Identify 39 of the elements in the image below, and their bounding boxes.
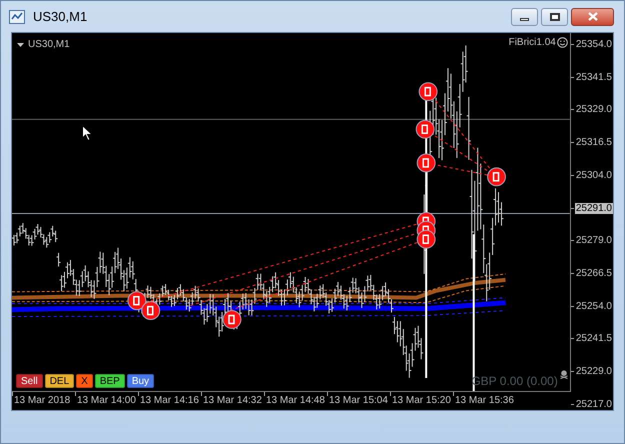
close-button[interactable] <box>571 8 614 26</box>
time-label: 13 Mar 14:16 <box>140 394 199 408</box>
time-label: 13 Mar 14:32 <box>203 394 262 408</box>
smiley-icon <box>556 37 568 48</box>
price-label: 25341.5 <box>576 72 612 83</box>
dropdown-triangle-icon[interactable] <box>17 42 24 46</box>
window-title: US30,M1 <box>33 8 88 26</box>
price-label: 25304.0 <box>576 170 612 181</box>
trade-button[interactable]: Buy <box>126 374 154 388</box>
trade-button[interactable]: BEP <box>94 374 125 388</box>
price-label: 25229.0 <box>576 366 612 378</box>
indicator-name: FiBrici1.04 <box>508 36 556 50</box>
minimize-button[interactable] <box>511 8 538 26</box>
time-label: 13 Mar 14:48 <box>266 394 325 408</box>
skull-icon <box>560 370 568 379</box>
trade-button[interactable]: Sell <box>16 374 43 388</box>
price-label: 25217.0 <box>576 398 612 410</box>
price-label: 25241.5 <box>576 333 612 344</box>
mouse-cursor-icon <box>82 125 93 142</box>
symbol-label: US30,M1 <box>28 38 70 52</box>
price-label: 25254.0 <box>576 300 612 312</box>
chart-window-icon <box>9 10 25 24</box>
price-label: 25354.0 <box>576 39 612 50</box>
price-label: 25266.5 <box>576 268 612 280</box>
time-label: 13 Mar 15:04 <box>329 394 388 408</box>
maximize-icon <box>550 12 560 20</box>
price-label: 25279.0 <box>576 235 612 246</box>
price-label: 25316.5 <box>576 137 612 148</box>
time-label: 13 Mar 14:00 <box>77 394 136 408</box>
maximize-button[interactable] <box>541 8 568 26</box>
price-label: 25291.0 <box>574 202 613 214</box>
price-label: 25329.0 <box>576 104 612 116</box>
time-label: 13 Mar 15:20 <box>392 394 451 408</box>
close-icon <box>588 12 598 21</box>
trade-button[interactable]: DEL <box>44 374 74 388</box>
time-label: 13 Mar 15:36 <box>455 394 514 408</box>
minimize-icon <box>520 18 529 21</box>
trade-button[interactable]: X <box>76 374 93 388</box>
time-label: 13 Mar 2018 <box>14 394 70 408</box>
